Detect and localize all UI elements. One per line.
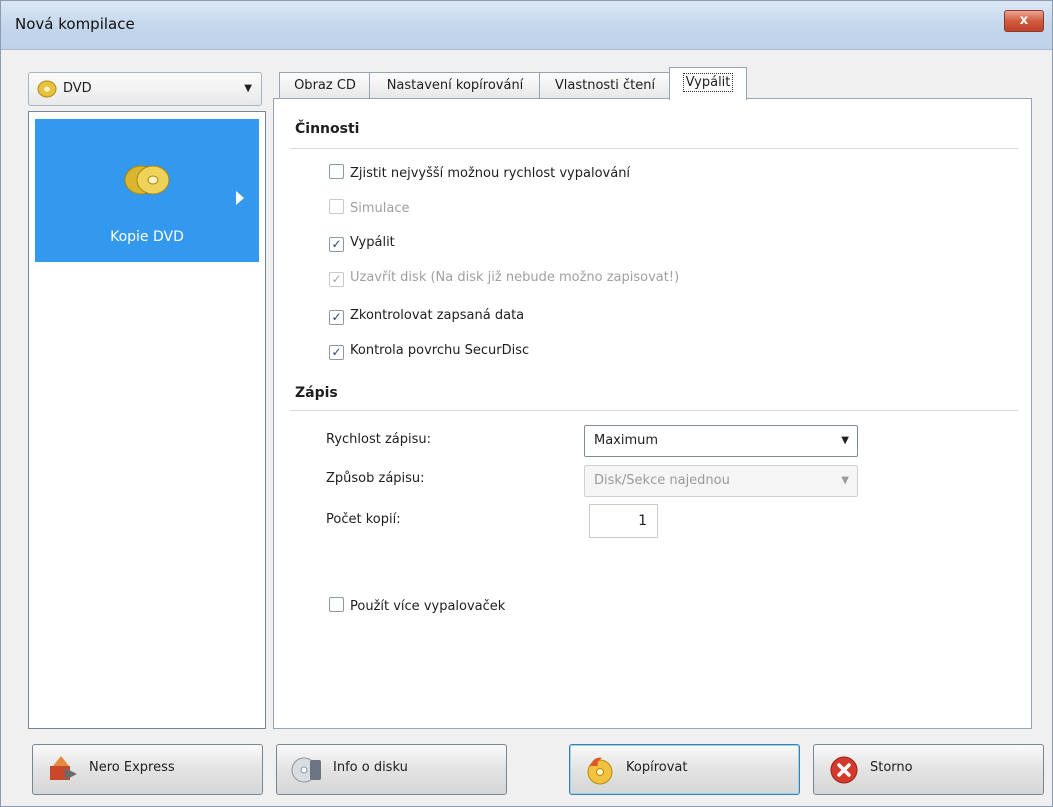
- write-speed-select[interactable]: Maximum ▼: [584, 425, 858, 457]
- copy-button[interactable]: Kopírovat: [569, 744, 800, 795]
- burn-copy-icon: [584, 754, 616, 786]
- disc-info-label: Info o disku: [333, 760, 408, 775]
- actions-separator: [290, 148, 1018, 149]
- checkmark-icon[interactable]: ✓: [329, 310, 344, 325]
- expand-arrow-icon: [236, 191, 244, 205]
- checkbox-multiple-recorders[interactable]: Použít více vypalovaček: [329, 597, 505, 615]
- chevron-down-icon: ▼: [244, 83, 252, 94]
- checkmark-icon[interactable]: ✓: [329, 237, 344, 252]
- checkbox-burn[interactable]: ✓ Vypálit: [329, 234, 395, 252]
- actions-section-title: Činnosti: [295, 121, 360, 137]
- cancel-label: Storno: [870, 760, 913, 775]
- tab-burn-label: Vypálit: [682, 73, 734, 92]
- write-speed-label: Rychlost zápisu:: [326, 432, 432, 447]
- nero-express-label: Nero Express: [89, 760, 175, 775]
- write-method-select[interactable]: Disk/Sekce najednou ▼: [584, 465, 858, 497]
- category-item-dvd-copy[interactable]: Kopie DVD: [35, 119, 259, 262]
- media-type-value: DVD: [63, 81, 92, 96]
- chevron-down-icon: ▼: [841, 435, 849, 446]
- checkbox-label: Kontrola povrchu SecurDisc: [350, 343, 530, 358]
- disc-info-icon: [291, 754, 323, 786]
- checkbox-label: Zkontrolovat zapsaná data: [350, 308, 525, 323]
- checkbox-box[interactable]: [329, 199, 344, 214]
- nero-express-button[interactable]: Nero Express: [32, 744, 263, 795]
- tab-copy-settings[interactable]: Nastavení kopírování: [369, 72, 541, 99]
- checkbox-label: Vypálit: [350, 235, 395, 250]
- category-list: Kopie DVD: [28, 111, 266, 729]
- dialog-window: Nová kompilace x DVD ▼ Kopie DVD Obraz C…: [0, 0, 1053, 807]
- copies-input[interactable]: 1: [589, 504, 658, 538]
- window-title: Nová kompilace: [15, 15, 135, 33]
- tab-read-properties[interactable]: Vlastnosti čtení: [539, 72, 671, 99]
- checkbox-securdisc-scan[interactable]: ✓ Kontrola povrchu SecurDisc: [329, 342, 529, 360]
- media-type-dropdown[interactable]: DVD ▼: [28, 72, 262, 106]
- checkmark-icon[interactable]: ✓: [329, 345, 344, 360]
- checkmark-icon[interactable]: ✓: [329, 272, 344, 287]
- copy-label: Kopírovat: [626, 760, 688, 775]
- write-speed-value: Maximum: [594, 433, 659, 448]
- checkbox-finalize-disc[interactable]: ✓ Uzavřít disk (Na disk již nebude možno …: [329, 269, 679, 287]
- tab-image-cd[interactable]: Obraz CD: [279, 72, 371, 99]
- checkbox-label: Zjistit nejvyšší možnou rychlost vypalov…: [350, 166, 631, 181]
- checkbox-label: Uzavřít disk (Na disk již nebude možno z…: [350, 270, 680, 285]
- checkbox-label: Simulace: [350, 201, 410, 216]
- burn-tab-panel: Činnosti Zjistit nejvyšší možnou rychlos…: [273, 98, 1032, 729]
- chevron-down-icon: ▼: [841, 475, 849, 486]
- title-bar: Nová kompilace x: [1, 1, 1052, 50]
- cancel-icon: [828, 754, 860, 786]
- writing-section-title: Zápis: [295, 385, 338, 401]
- cancel-button[interactable]: Storno: [813, 744, 1044, 795]
- write-method-value: Disk/Sekce najednou: [594, 473, 730, 488]
- dvd-disc-icon: [37, 80, 57, 102]
- checkbox-box[interactable]: [329, 597, 344, 612]
- disc-info-button[interactable]: Info o disku: [276, 744, 507, 795]
- checkbox-determine-max-speed[interactable]: Zjistit nejvyšší možnou rychlost vypalov…: [329, 164, 630, 182]
- write-method-label: Způsob zápisu:: [326, 471, 425, 486]
- close-button[interactable]: x: [1004, 10, 1044, 32]
- copies-value: 1: [638, 513, 647, 529]
- tab-burn[interactable]: Vypálit: [669, 67, 747, 100]
- category-label: Kopie DVD: [110, 229, 184, 245]
- copies-label: Počet kopií:: [326, 512, 401, 527]
- checkbox-box[interactable]: [329, 164, 344, 179]
- checkbox-label: Použít více vypalovaček: [350, 599, 506, 614]
- nero-express-icon: [47, 754, 79, 786]
- writing-separator: [290, 410, 1018, 411]
- dvd-copy-icon: [123, 163, 171, 201]
- checkbox-verify-data[interactable]: ✓ Zkontrolovat zapsaná data: [329, 307, 524, 325]
- checkbox-simulation[interactable]: Simulace: [329, 199, 410, 217]
